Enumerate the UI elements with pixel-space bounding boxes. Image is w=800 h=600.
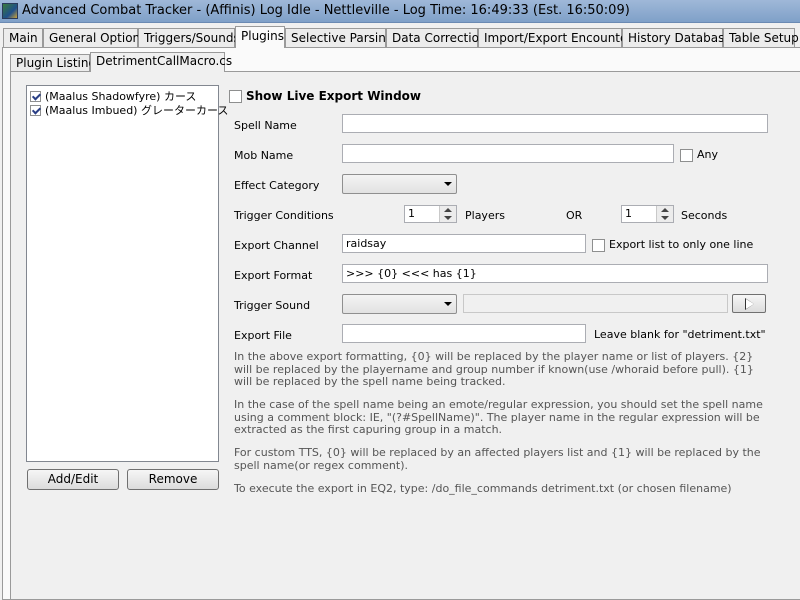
item-checkbox[interactable] [30,91,41,102]
help-text-format: In the above export formatting, {0} will… [234,350,754,388]
remove-button[interactable]: Remove [127,469,219,490]
play-sound-button[interactable] [732,294,766,313]
export-format-input[interactable]: >>> {0} <<< has {1} [342,264,768,283]
export-one-line-checkbox[interactable] [592,239,605,252]
trigger-sound-label: Trigger Sound [234,299,311,312]
any-checkbox[interactable] [680,149,693,162]
chevron-down-icon [444,302,452,306]
seconds-stepper[interactable]: 1 [621,205,674,223]
item-checkbox[interactable] [30,105,41,116]
players-count: 1 [408,207,415,220]
show-live-export-label: Show Live Export Window [246,89,422,103]
arrow-up-icon[interactable] [661,208,669,212]
help-text-regex: In the case of the spell name being an e… [234,398,763,436]
export-channel-label: Export Channel [234,239,319,252]
export-file-label: Export File [234,329,292,342]
leave-blank-hint: Leave blank for "detriment.txt" [594,328,766,341]
tab-main[interactable]: Main [3,28,43,48]
tab-import-export-encounters[interactable]: Import/Export Encounters [478,28,639,48]
export-format-label: Export Format [234,269,313,282]
or-label: OR [566,209,583,222]
any-label: Any [697,148,719,161]
arrow-down-icon[interactable] [444,216,452,220]
window-title: Advanced Combat Tracker - (Affinis) Log … [22,3,630,18]
tab-plugin-listing[interactable]: Plugin Listing [10,54,96,72]
export-channel-input[interactable]: raidsay [342,234,586,253]
mob-name-input[interactable] [342,144,674,163]
seconds-label: Seconds [681,209,728,222]
export-one-line-label: Export list to only one line [609,238,754,251]
list-item-label: (Maalus Imbued) グレーターカース [45,104,229,117]
help-text-tts: For custom TTS, {0} will be replaced by … [234,446,761,472]
chevron-down-icon [444,182,452,186]
act-app-icon[interactable] [2,3,18,19]
tab-selective-parsing[interactable]: Selective Parsing [285,28,393,48]
arrow-up-icon[interactable] [444,208,452,212]
add-edit-button[interactable]: Add/Edit [27,469,119,490]
mob-name-label: Mob Name [234,149,294,162]
tab-triggers-sounds[interactable]: Triggers/Sounds [138,28,240,48]
list-item-label: (Maalus Shadowfyre) カース [45,90,197,103]
effect-category-select[interactable] [342,174,457,194]
spell-name-label: Spell Name [234,119,297,132]
help-text-execute: To execute the export in EQ2, type: /do_… [234,482,732,495]
sound-path-field [463,294,728,313]
players-stepper[interactable]: 1 [404,205,457,223]
tab-plugins[interactable]: Plugins [235,26,285,48]
arrow-down-icon[interactable] [661,216,669,220]
show-live-export-checkbox[interactable] [229,90,242,103]
players-label: Players [465,209,505,222]
trigger-sound-select[interactable] [342,294,457,314]
spell-name-input[interactable] [342,114,768,133]
seconds-count: 1 [625,207,632,220]
main-tab-strip: Main General Options Triggers/Sounds Plu… [0,26,800,48]
effect-category-label: Effect Category [234,179,320,192]
macro-list[interactable]: (Maalus Shadowfyre) カース (Maalus Imbued) … [26,85,228,462]
title-bar: Advanced Combat Tracker - (Affinis) Log … [0,0,800,23]
tab-general-options[interactable]: General Options [43,28,146,48]
seconds-stepper-buttons[interactable] [656,206,673,222]
tab-detriment-call-macro[interactable]: DetrimentCallMacro.cs [90,52,232,72]
tab-table-setup[interactable]: Table Setup [723,28,799,48]
export-file-input[interactable] [342,324,586,343]
tab-history-database[interactable]: History Database [622,28,732,48]
trigger-conditions-label: Trigger Conditions [234,209,334,222]
tab-data-correction[interactable]: Data Correction [386,28,487,48]
players-stepper-buttons[interactable] [439,206,456,222]
